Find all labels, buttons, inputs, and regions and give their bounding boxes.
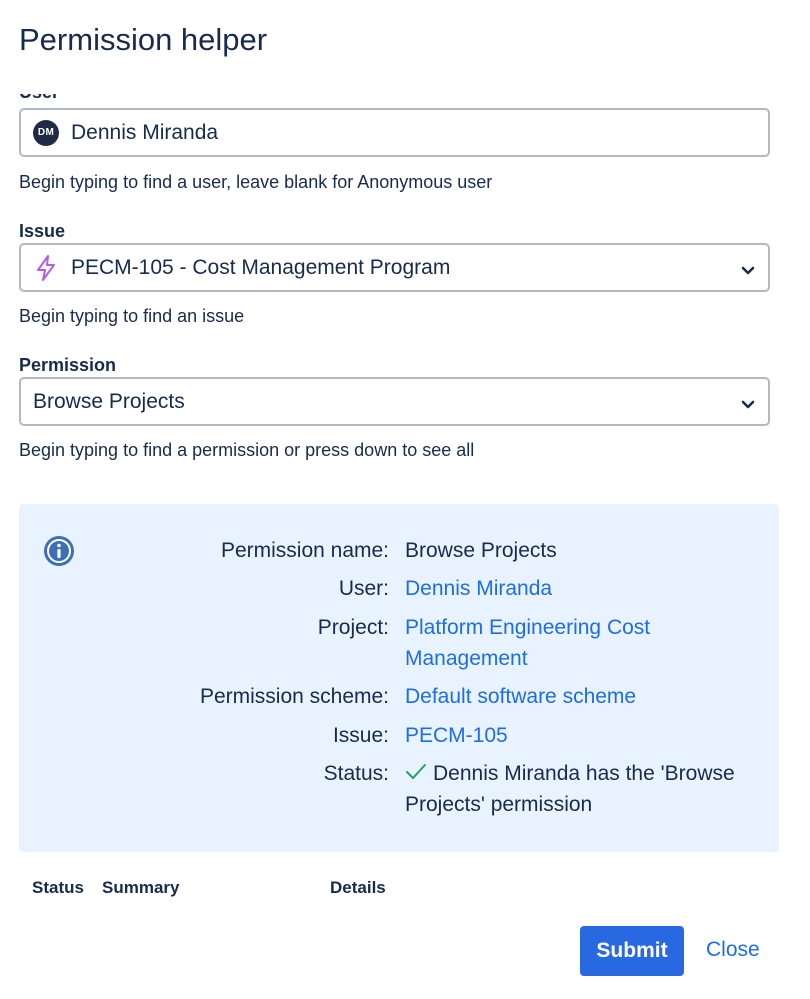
permission-name-value: Browse Projects (405, 539, 557, 562)
chevron-down-icon (740, 394, 756, 410)
status-value-wrap: Dennis Miranda has the 'Browse Projects'… (405, 758, 775, 820)
dialog-footer: Submit Close (0, 898, 810, 999)
permission-help-text: Begin typing to find a permission or pre… (19, 440, 475, 460)
status-label: Status: (323, 762, 389, 785)
issue-value: PECM-105 - Cost Management Program (71, 255, 451, 279)
permission-name-label: Permission name: (220, 539, 389, 562)
scheme-link[interactable]: Default software scheme (405, 681, 775, 712)
scheme-label: Permission scheme: (199, 685, 389, 708)
user-picker[interactable]: DM Dennis Miranda (19, 108, 770, 157)
result-panel: Permission name: Browse Projects User: D… (19, 504, 779, 852)
submit-button[interactable]: Submit (580, 926, 684, 976)
dialog-body[interactable]: User DM Dennis Miranda Begin typing to f… (0, 82, 810, 898)
project-label: Project: (317, 616, 389, 639)
issue-label: Issue (19, 221, 66, 241)
table-header-summary: Summary (102, 878, 180, 897)
project-link[interactable]: Platform Engineering Cost Management (405, 612, 775, 674)
issue-select[interactable]: PECM-105 - Cost Management Program (19, 243, 770, 292)
close-button[interactable]: Close (706, 938, 760, 962)
avatar: DM (33, 119, 59, 146)
user-link[interactable]: Dennis Miranda (405, 573, 775, 604)
issue-help-text: Begin typing to find an issue (19, 306, 245, 326)
dialog-title: Permission helper (19, 22, 268, 57)
permission-value: Browse Projects (33, 389, 185, 413)
info-icon (43, 535, 75, 567)
user-value: Dennis Miranda (71, 120, 219, 144)
permission-label: Permission (19, 355, 117, 375)
permission-select[interactable]: Browse Projects (19, 377, 770, 426)
chevron-down-icon (740, 260, 756, 276)
table-header-details: Details (330, 878, 386, 897)
issue-row-label: Issue: (332, 724, 389, 747)
checkmark-icon (405, 759, 427, 779)
issue-link[interactable]: PECM-105 (405, 720, 775, 751)
table-header-status: Status (32, 878, 84, 897)
lightning-bolt-icon (33, 254, 59, 281)
user-help-text: Begin typing to find a user, leave blank… (19, 172, 493, 192)
status-value: Dennis Miranda has the 'Browse Projects'… (405, 762, 735, 816)
user-row-label: User: (338, 577, 389, 600)
user-label: User (19, 82, 60, 102)
